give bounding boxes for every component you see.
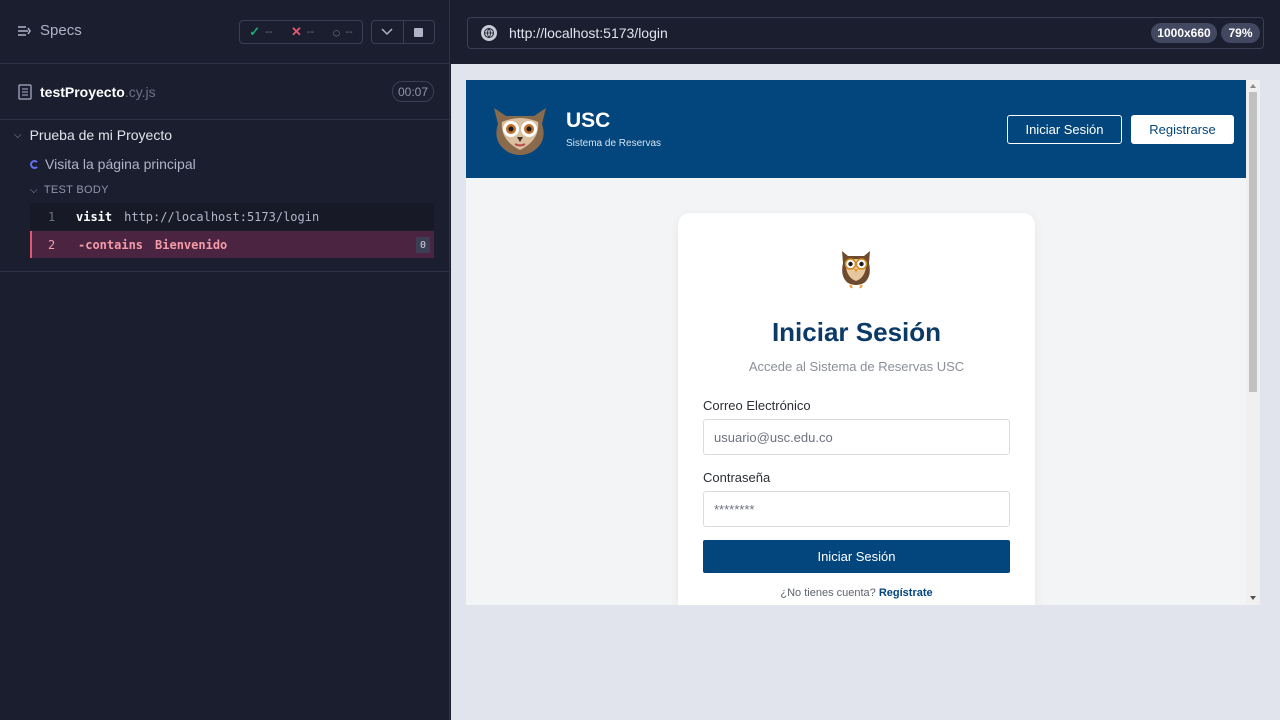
document-icon — [18, 84, 32, 100]
test-label: Visita la página principal — [45, 156, 196, 172]
stop-icon — [414, 27, 424, 37]
globe-icon — [481, 25, 497, 41]
aut-header: http://localhost:5173/login 1000x660 79% — [451, 0, 1280, 64]
command-arg: Bienvenido — [155, 237, 228, 252]
spec-name: testProyecto — [40, 84, 125, 100]
test-title[interactable]: Visita la página principal — [30, 156, 196, 172]
url-text: http://localhost:5173/login — [509, 25, 668, 41]
signup-link[interactable]: Regístrate — [879, 587, 933, 599]
pending-count: -- — [345, 26, 353, 38]
command-count-badge: 0 — [416, 237, 430, 253]
chevron-down-icon[interactable] — [372, 21, 403, 43]
specs-list-icon — [18, 25, 31, 36]
suite-label: Prueba de mi Proyecto — [29, 127, 172, 143]
divider — [0, 271, 449, 272]
owl-logo-icon — [494, 108, 546, 155]
brand-subtitle: Sistema de Reservas — [566, 138, 662, 149]
nav-register-button[interactable]: Registrarse — [1131, 115, 1234, 144]
spec-duration: 00:07 — [392, 81, 434, 102]
scroll-up-icon[interactable] — [1250, 84, 1256, 88]
chevron-down-icon: ⌵ — [30, 184, 38, 196]
signup-prompt-text: ¿No tienes cuenta? — [780, 587, 876, 599]
zoom-badge: 79% — [1221, 23, 1260, 43]
email-label: Correo Electrónico — [703, 398, 811, 413]
runner-panel: Specs ✓ -- ✕ -- ◌ -- testProyecto.cy.js … — [0, 0, 450, 720]
app-iframe: USC Sistema de Reservas Iniciar Sesión R… — [466, 80, 1260, 605]
url-bar[interactable]: http://localhost:5173/login 1000x660 79% — [467, 17, 1264, 49]
stop-button[interactable] — [402, 21, 435, 43]
suite-title[interactable]: ⌵ Prueba de mi Proyecto — [14, 127, 172, 143]
runner-topbar: Specs ✓ -- ✕ -- ◌ -- — [0, 0, 449, 64]
failed-x-icon: ✕ — [290, 24, 302, 39]
spec-file-name: testProyecto.cy.js — [40, 84, 156, 100]
chevron-down-icon: ⌵ — [14, 129, 22, 141]
failed-stat: ✕ -- — [291, 24, 314, 40]
failed-count: -- — [306, 26, 315, 38]
email-field[interactable] — [703, 419, 1010, 455]
signup-prompt: ¿No tienes cuenta? Regístrate — [678, 587, 1035, 599]
command-row-failed[interactable]: 2 -contains Bienvenido 0 — [30, 231, 434, 258]
password-label: Contraseña — [703, 470, 771, 485]
specs-label: Specs — [40, 22, 82, 39]
login-title: Iniciar Sesión — [771, 317, 942, 347]
command-row[interactable]: 1 visit http://localhost:5173/login — [30, 203, 434, 230]
nav-login-button[interactable]: Iniciar Sesión — [1007, 115, 1122, 144]
brand-title: USC — [566, 109, 611, 132]
spec-extension: .cy.js — [124, 84, 156, 100]
run-controls — [371, 20, 435, 44]
vertical-scrollbar[interactable] — [1246, 80, 1260, 605]
owl-emoji-icon — [842, 251, 870, 289]
pending-circle-icon: ◌ — [332, 24, 341, 40]
command-name: -contains — [78, 237, 144, 252]
submit-login-button[interactable]: Iniciar Sesión — [703, 540, 1010, 573]
command-name: visit — [76, 209, 113, 224]
command-number: 2 — [48, 237, 56, 252]
password-field[interactable] — [703, 491, 1010, 527]
pending-stat: ◌ -- — [333, 25, 353, 40]
specs-button[interactable]: Specs — [16, 22, 82, 39]
test-body-label: TEST BODY — [43, 184, 109, 196]
running-spinner-icon — [30, 159, 39, 169]
test-stats: ✓ -- ✕ -- ◌ -- — [239, 20, 363, 44]
command-number: 1 — [48, 209, 56, 224]
scroll-down-icon[interactable] — [1250, 596, 1256, 600]
login-subtitle: Accede al Sistema de Reservas USC — [748, 359, 965, 374]
app-navbar: USC Sistema de Reservas Iniciar Sesión R… — [466, 80, 1246, 178]
passed-count: -- — [265, 26, 273, 38]
login-card: Iniciar Sesión Accede al Sistema de Rese… — [678, 213, 1035, 605]
viewport-badge[interactable]: 1000x660 — [1151, 23, 1217, 43]
passed-stat: ✓ -- — [249, 24, 272, 40]
scroll-thumb[interactable] — [1249, 92, 1257, 392]
passed-check-icon: ✓ — [249, 24, 261, 39]
test-body-toggle[interactable]: ⌵ TEST BODY — [30, 184, 109, 196]
aut-panel: http://localhost:5173/login 1000x660 79%… — [451, 0, 1280, 720]
command-arg: http://localhost:5173/login — [124, 209, 320, 224]
